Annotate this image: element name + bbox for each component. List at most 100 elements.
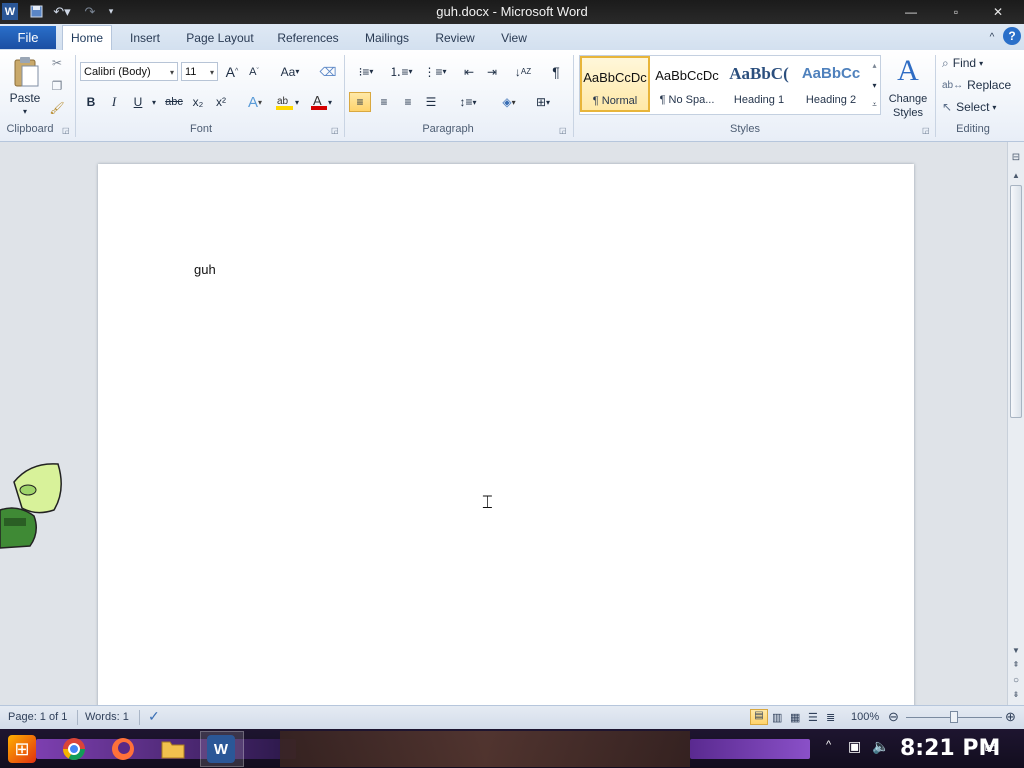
increase-indent-icon[interactable]: ⇥ [482, 62, 502, 81]
clear-formatting-icon[interactable]: ⌫ [318, 62, 338, 81]
style-heading-1[interactable]: AaBbC( Heading 1 [724, 56, 794, 112]
zoom-level[interactable]: 100% [851, 711, 879, 723]
tab-page-layout[interactable]: Page Layout [180, 28, 260, 48]
document-page[interactable]: guh ⌶ [98, 164, 914, 705]
line-spacing-button[interactable]: ↕≡ ▾ [454, 92, 482, 112]
change-styles-button[interactable]: Change Styles [884, 90, 932, 122]
find-button[interactable]: ⌕ Find ▾ [942, 54, 1018, 72]
shrink-font-button[interactable]: Aˇ [245, 62, 263, 81]
firefox-icon[interactable] [109, 735, 137, 763]
scroll-thumb[interactable] [1010, 185, 1022, 418]
align-center-icon[interactable]: ≡ [374, 92, 394, 112]
styles-more-icon[interactable]: ⩡ [868, 96, 881, 114]
zoom-out-icon[interactable]: ⊖ [888, 709, 899, 725]
page-count[interactable]: Page: 1 of 1 [8, 711, 67, 723]
sort-icon[interactable]: ↓ AZ [512, 62, 534, 81]
format-painter-icon[interactable]: 🖌 [48, 100, 66, 116]
word-count[interactable]: Words: 1 [85, 711, 129, 723]
styles-scroll-down-icon[interactable]: ▾ [868, 76, 881, 94]
zoom-slider-thumb[interactable] [950, 711, 958, 723]
paste-icon[interactable] [8, 54, 44, 90]
numbering-button[interactable]: ⒈≡ ▾ [386, 62, 416, 81]
vertical-scrollbar[interactable]: ⊟ ▲ ▼ ⇞ ○ ⇟ [1007, 142, 1024, 705]
scroll-down-icon[interactable]: ▼ [1008, 646, 1024, 655]
full-screen-reading-icon[interactable]: ▥ [772, 711, 782, 724]
multilevel-list-button[interactable]: ⋮≡ ▾ [420, 62, 450, 81]
tray-overflow-icon[interactable]: ^ [826, 739, 831, 751]
cut-icon[interactable]: ✂ [48, 55, 66, 71]
file-explorer-icon[interactable] [159, 735, 187, 763]
chevron-down-icon: ▾ [295, 67, 300, 76]
web-layout-icon[interactable]: ▦ [790, 711, 800, 724]
bold-button[interactable]: B [82, 92, 100, 112]
highlight-color-button[interactable]: ab ▾ [272, 92, 302, 112]
show-hide-marks-icon[interactable]: ¶ [546, 62, 566, 81]
select-browse-object-icon[interactable]: ○ [1008, 675, 1024, 686]
paste-button[interactable]: Paste [4, 90, 46, 106]
change-case-button[interactable]: Aa ▾ [276, 62, 304, 81]
clipboard-launcher-icon[interactable]: ◲ [62, 126, 70, 135]
select-button[interactable]: ↖ Select ▾ [942, 98, 1018, 116]
document-body-text[interactable]: guh [194, 262, 216, 277]
grow-font-button[interactable]: A ^ [223, 62, 241, 81]
paste-dropdown-icon[interactable]: ▾ [18, 106, 32, 116]
minimize-ribbon-icon[interactable]: ^ [984, 28, 1000, 48]
superscript-button[interactable]: x² [211, 92, 231, 112]
font-size-combo[interactable]: 11 ▾ [181, 62, 218, 81]
notifications-icon[interactable]: ▭ [984, 738, 998, 756]
styles-scroll-up-icon[interactable]: ▴ [868, 56, 881, 74]
tab-view[interactable]: View [490, 28, 538, 48]
font-color-button[interactable]: A ▾ [306, 92, 336, 112]
borders-button[interactable]: ⊞ ▾ [528, 92, 558, 112]
decrease-indent-icon[interactable]: ⇤ [459, 62, 479, 81]
strikethrough-button[interactable]: abc [163, 92, 185, 112]
volume-icon[interactable]: 🔈 [872, 738, 889, 755]
view-ruler-icon[interactable]: ⊟ [1008, 152, 1024, 163]
replace-button[interactable]: ab↔ Replace [942, 76, 1018, 94]
italic-button[interactable]: I [105, 92, 123, 112]
scroll-up-icon[interactable]: ▲ [1008, 171, 1024, 180]
font-name-combo[interactable]: Calibri (Body) ▾ [80, 62, 178, 81]
print-layout-view-icon[interactable]: ▤ [750, 709, 768, 725]
subscript-button[interactable]: x₂ [188, 92, 208, 112]
next-page-icon[interactable]: ⇟ [1008, 690, 1024, 699]
chevron-down-icon: ▾ [169, 68, 174, 77]
help-icon[interactable]: ? [1003, 27, 1021, 45]
maximize-button[interactable]: ▫ [937, 2, 975, 22]
styles-launcher-icon[interactable]: ◲ [922, 126, 930, 135]
change-styles-icon[interactable]: A [890, 54, 926, 88]
align-right-icon[interactable]: ≡ [398, 92, 418, 112]
underline-dropdown-icon[interactable]: ▾ [149, 92, 159, 112]
shading-button[interactable]: ◈ ▾ [494, 92, 524, 112]
tab-review[interactable]: Review [426, 28, 484, 48]
tab-mailings[interactable]: Mailings [356, 28, 418, 48]
word-taskbar-icon[interactable]: W [207, 735, 235, 763]
style-normal[interactable]: AaBbCcDc ¶ Normal [580, 56, 650, 112]
close-button[interactable]: ✕ [979, 2, 1017, 22]
style-heading-2[interactable]: AaBbCc Heading 2 [796, 56, 866, 112]
bullets-icon: ⁝≡ [358, 64, 370, 79]
previous-page-icon[interactable]: ⇞ [1008, 660, 1024, 669]
draft-view-icon[interactable]: ≣ [826, 711, 835, 724]
font-launcher-icon[interactable]: ◲ [331, 126, 339, 135]
tab-references[interactable]: References [268, 28, 348, 48]
proofing-icon[interactable]: ✓ [148, 708, 160, 725]
minimize-button[interactable]: — [892, 2, 930, 22]
tab-insert[interactable]: Insert [118, 28, 172, 48]
style-no-spacing[interactable]: AaBbCcDc ¶ No Spa... [652, 56, 722, 112]
align-left-icon[interactable]: ≡ [349, 92, 371, 112]
underline-button[interactable]: U [129, 92, 147, 112]
shading-icon: ◈ [502, 95, 512, 109]
network-icon[interactable]: ▣ [848, 738, 861, 755]
outline-view-icon[interactable]: ☰ [808, 711, 818, 724]
start-button[interactable]: ⊞ [8, 735, 36, 763]
tab-file[interactable]: File [0, 26, 56, 49]
text-effects-icon[interactable]: A ▾ [243, 92, 267, 112]
paragraph-launcher-icon[interactable]: ◲ [559, 126, 567, 135]
bullets-button[interactable]: ⁝≡ ▾ [352, 62, 380, 81]
chrome-icon[interactable] [60, 735, 88, 763]
zoom-in-icon[interactable]: ⊕ [1005, 709, 1016, 725]
justify-icon[interactable]: ☰ [421, 92, 441, 112]
copy-icon[interactable]: ❐ [48, 78, 66, 94]
tab-home[interactable]: Home [62, 25, 112, 51]
